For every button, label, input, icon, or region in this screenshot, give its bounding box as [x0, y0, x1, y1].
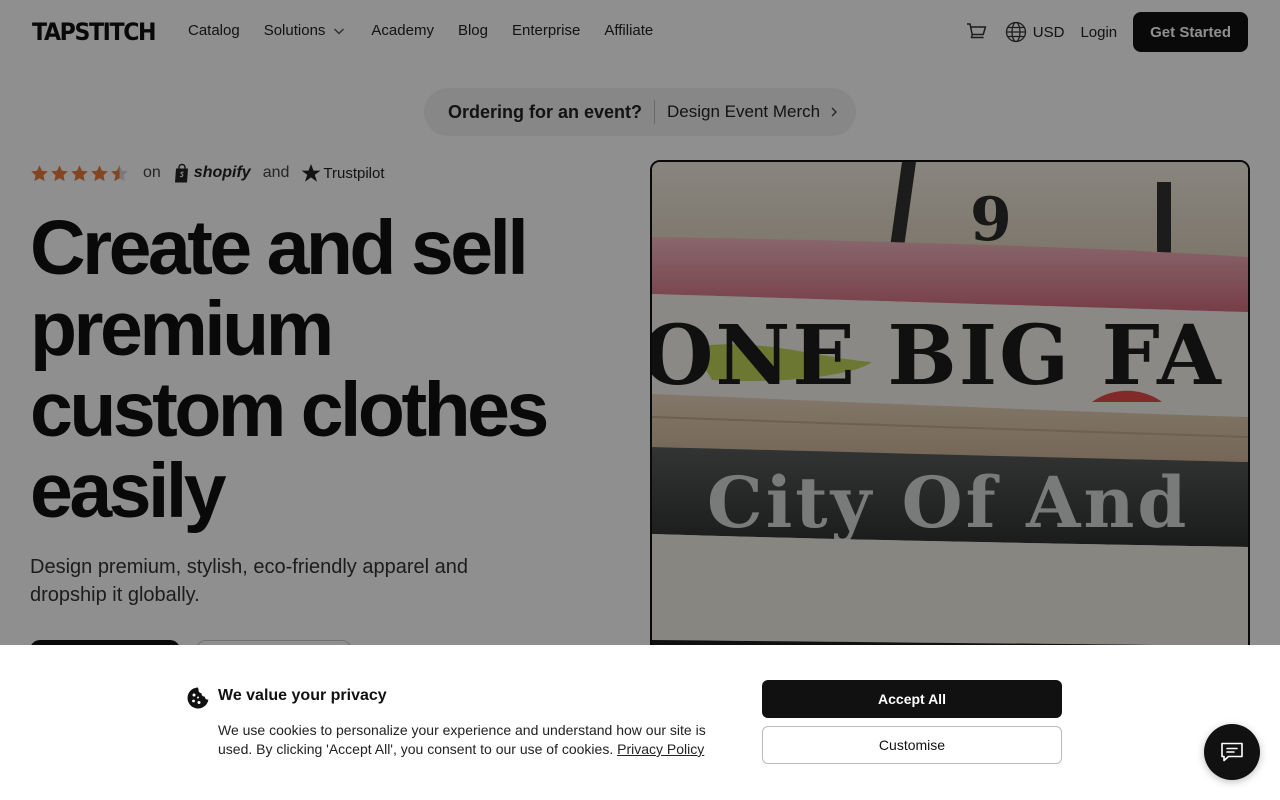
customise-button[interactable]: Customise [762, 726, 1062, 764]
accept-all-button[interactable]: Accept All [762, 680, 1062, 718]
cookie-icon [187, 687, 209, 709]
modal-backdrop[interactable] [0, 0, 1280, 645]
chat-icon [1221, 742, 1243, 762]
cookie-description: We use cookies to personalize your exper… [218, 721, 738, 759]
chat-button[interactable] [1204, 724, 1260, 780]
privacy-policy-link[interactable]: Privacy Policy [617, 741, 704, 757]
cookie-title: We value your privacy [218, 687, 387, 704]
